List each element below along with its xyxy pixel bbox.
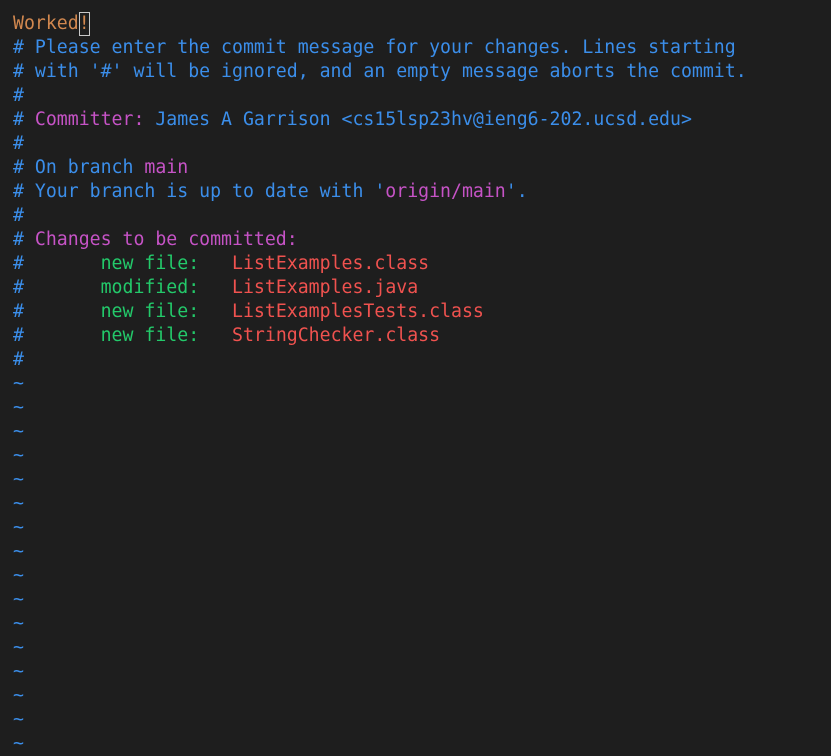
empty-line-tilde: ~ [13, 661, 24, 682]
changes-header: Changes to be committed: [34, 229, 298, 250]
empty-line-tilde: ~ [13, 733, 24, 754]
empty-line-tilde: ~ [13, 709, 24, 730]
text-cursor: ! [78, 12, 90, 36]
empty-line-tilde: ~ [13, 541, 24, 562]
upstream-line: # Your branch is up to date with 'origin… [13, 181, 528, 202]
change-entry: # new file: ListExamples.class [13, 253, 430, 274]
change-entry: # modified: ListExamples.java [13, 277, 419, 298]
change-status: modified: [100, 277, 200, 298]
change-status: new file: [100, 301, 200, 322]
change-file: ListExamples.class [232, 253, 430, 274]
comment-line: # [13, 85, 24, 106]
changes-header-line: # Changes to be committed: [13, 229, 298, 250]
committer-value: James A Garrison <cs15lsp23hv@ieng6-202.… [144, 109, 692, 130]
empty-line-tilde: ~ [13, 469, 24, 490]
comment-line: # [13, 349, 24, 370]
empty-line-tilde: ~ [13, 613, 24, 634]
change-entry: # new file: ListExamplesTests.class [13, 301, 484, 322]
empty-line-tilde: ~ [13, 373, 24, 394]
empty-line-tilde: ~ [13, 517, 24, 538]
committer-label: Committer: [34, 109, 145, 130]
committer-line: # Committer: James A Garrison <cs15lsp23… [13, 109, 692, 130]
empty-line-tilde: ~ [13, 421, 24, 442]
empty-line-tilde: ~ [13, 685, 24, 706]
commit-message-line[interactable]: Worked! [13, 12, 831, 36]
comment-line: # [13, 205, 24, 226]
empty-line-tilde: ~ [13, 397, 24, 418]
empty-line-tilde: ~ [13, 637, 24, 658]
empty-line-tilde: ~ [13, 493, 24, 514]
empty-line-tilde: ~ [13, 445, 24, 466]
change-file: StringChecker.class [232, 325, 441, 346]
empty-line-tilde: ~ [13, 565, 24, 586]
change-entry: # new file: StringChecker.class [13, 325, 441, 346]
empty-line-tilde: ~ [13, 589, 24, 610]
comment-line: # with '#' will be ignored, and an empty… [13, 61, 747, 82]
branch-line: # On branch main [13, 157, 189, 178]
upstream-name: origin/main [385, 181, 506, 202]
change-file: ListExamples.java [232, 277, 419, 298]
branch-name: main [144, 157, 189, 178]
change-file: ListExamplesTests.class [232, 301, 484, 322]
vim-editor[interactable]: Worked! # Please enter the commit messag… [0, 0, 831, 754]
comment-line: # [13, 133, 24, 154]
change-status: new file: [100, 325, 200, 346]
comment-line: # Please enter the commit message for yo… [13, 37, 736, 58]
commit-message-text[interactable]: Worked [13, 13, 79, 34]
change-status: new file: [100, 253, 200, 274]
